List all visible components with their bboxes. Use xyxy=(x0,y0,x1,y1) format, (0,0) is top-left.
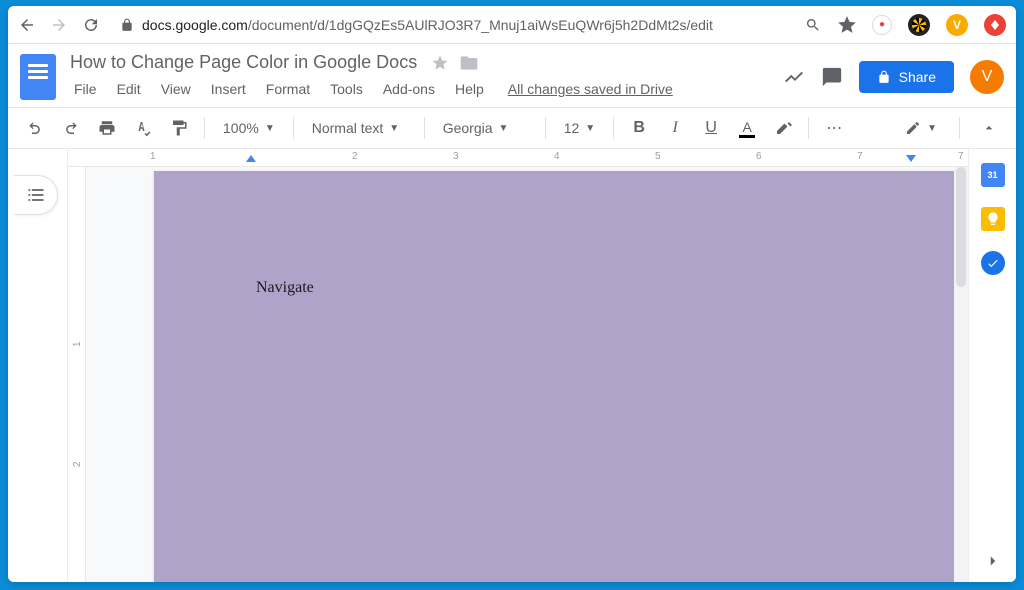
bold-button[interactable]: B xyxy=(624,113,654,143)
menu-insert[interactable]: Insert xyxy=(203,77,254,101)
ruler-tick: 1 xyxy=(150,151,156,162)
ruler-tick: 2 xyxy=(72,461,83,467)
browser-addr-icons: ● V xyxy=(804,14,1006,36)
menu-help[interactable]: Help xyxy=(447,77,492,101)
menu-edit[interactable]: Edit xyxy=(109,77,149,101)
zoom-icon[interactable] xyxy=(804,16,822,34)
paint-format-button[interactable] xyxy=(164,113,194,143)
activity-icon[interactable] xyxy=(783,66,805,88)
menu-tools[interactable]: Tools xyxy=(322,77,371,101)
print-button[interactable] xyxy=(92,113,122,143)
star-outline-icon[interactable] xyxy=(838,16,856,34)
chevron-down-icon: ▼ xyxy=(927,123,937,134)
extension-icon-3[interactable] xyxy=(984,14,1006,36)
vertical-ruler[interactable]: 1 2 xyxy=(68,167,86,582)
zoom-value: 100% xyxy=(223,120,259,136)
font-select[interactable]: Georgia ▼ xyxy=(435,116,535,140)
zoom-select[interactable]: 100% ▼ xyxy=(215,116,283,140)
highlight-button[interactable] xyxy=(768,113,798,143)
toolbar: 100% ▼ Normal text ▼ Georgia ▼ 12 ▼ B I … xyxy=(8,107,1016,149)
redo-button[interactable] xyxy=(56,113,86,143)
docs-logo-icon[interactable] xyxy=(20,54,56,100)
menu-addons[interactable]: Add-ons xyxy=(375,77,443,101)
account-avatar[interactable]: V xyxy=(970,60,1004,94)
extension-icon-2[interactable] xyxy=(908,14,930,36)
workspace: 1 2 3 4 5 6 7 7 1 2 Navigate xyxy=(8,149,1016,582)
ruler-tick: 6 xyxy=(756,151,762,162)
vertical-scrollbar[interactable] xyxy=(954,167,968,582)
outline-toggle-button[interactable] xyxy=(14,175,58,215)
browser-forward-button[interactable] xyxy=(50,16,68,34)
menu-view[interactable]: View xyxy=(153,77,199,101)
folder-icon[interactable] xyxy=(459,53,479,73)
collapse-toolbar-button[interactable] xyxy=(974,113,1004,143)
chevron-down-icon: ▼ xyxy=(499,123,509,134)
style-select[interactable]: Normal text ▼ xyxy=(304,116,414,140)
outline-pane xyxy=(8,149,68,582)
italic-button[interactable]: I xyxy=(660,113,690,143)
menu-bar: File Edit View Insert Format Tools Add-o… xyxy=(66,77,773,101)
share-label: Share xyxy=(899,69,936,85)
editing-mode-button[interactable]: ▼ xyxy=(897,116,945,140)
menu-file[interactable]: File xyxy=(66,77,105,101)
doc-title[interactable]: How to Change Page Color in Google Docs xyxy=(66,50,421,75)
font-size-value: 12 xyxy=(564,120,580,136)
side-panel-expand-button[interactable] xyxy=(984,552,1002,570)
undo-button[interactable] xyxy=(20,113,50,143)
tasks-icon[interactable] xyxy=(981,251,1005,275)
keep-icon[interactable] xyxy=(981,207,1005,231)
font-size-select[interactable]: 12 ▼ xyxy=(556,116,603,140)
ruler-tick: 7 xyxy=(958,151,964,162)
doc-header: How to Change Page Color in Google Docs … xyxy=(8,44,1016,101)
lock-icon xyxy=(120,18,134,32)
ruler-tick: 5 xyxy=(655,151,661,162)
underline-button[interactable]: U xyxy=(696,113,726,143)
spellcheck-button[interactable] xyxy=(128,113,158,143)
calendar-icon[interactable]: 31 xyxy=(981,163,1005,187)
star-icon[interactable] xyxy=(431,54,449,72)
horizontal-ruler[interactable]: 1 2 3 4 5 6 7 7 xyxy=(68,149,968,167)
page-content-text[interactable]: Navigate xyxy=(256,279,314,297)
style-value: Normal text xyxy=(312,120,384,136)
browser-url-area[interactable]: docs.google.com/document/d/1dgGQzEs5AUlR… xyxy=(114,17,790,33)
menu-format[interactable]: Format xyxy=(258,77,318,101)
text-color-button[interactable]: A xyxy=(732,113,762,143)
document-page[interactable]: Navigate xyxy=(154,171,968,582)
comments-icon[interactable] xyxy=(821,66,843,88)
browser-url-text: docs.google.com/document/d/1dgGQzEs5AUlR… xyxy=(142,17,713,33)
browser-reload-button[interactable] xyxy=(82,16,100,34)
scrollbar-thumb[interactable] xyxy=(956,167,966,287)
chevron-down-icon: ▼ xyxy=(585,123,595,134)
font-value: Georgia xyxy=(443,120,493,136)
extension-icon-1[interactable]: ● xyxy=(872,15,892,35)
indent-marker-left[interactable] xyxy=(246,155,256,162)
ruler-tick: 1 xyxy=(72,341,83,347)
browser-profile-avatar[interactable]: V xyxy=(946,14,968,36)
ruler-tick: 2 xyxy=(352,151,358,162)
share-button[interactable]: Share xyxy=(859,61,954,93)
title-area: How to Change Page Color in Google Docs … xyxy=(66,50,773,101)
header-right: Share V xyxy=(783,50,1004,94)
canvas-area: 1 2 3 4 5 6 7 7 1 2 Navigate xyxy=(68,149,968,582)
ruler-tick: 3 xyxy=(453,151,459,162)
ruler-tick: 4 xyxy=(554,151,560,162)
browser-back-button[interactable] xyxy=(18,16,36,34)
ruler-tick: 7 xyxy=(857,151,863,162)
browser-address-bar: docs.google.com/document/d/1dgGQzEs5AUlR… xyxy=(8,6,1016,44)
chevron-down-icon: ▼ xyxy=(265,123,275,134)
side-panel: 31 xyxy=(968,149,1016,582)
browser-window: docs.google.com/document/d/1dgGQzEs5AUlR… xyxy=(8,6,1016,582)
chevron-down-icon: ▼ xyxy=(389,123,399,134)
more-toolbar-button[interactable]: ⋯ xyxy=(819,113,849,143)
saved-status[interactable]: All changes saved in Drive xyxy=(508,81,673,97)
indent-marker-right[interactable] xyxy=(906,155,916,162)
